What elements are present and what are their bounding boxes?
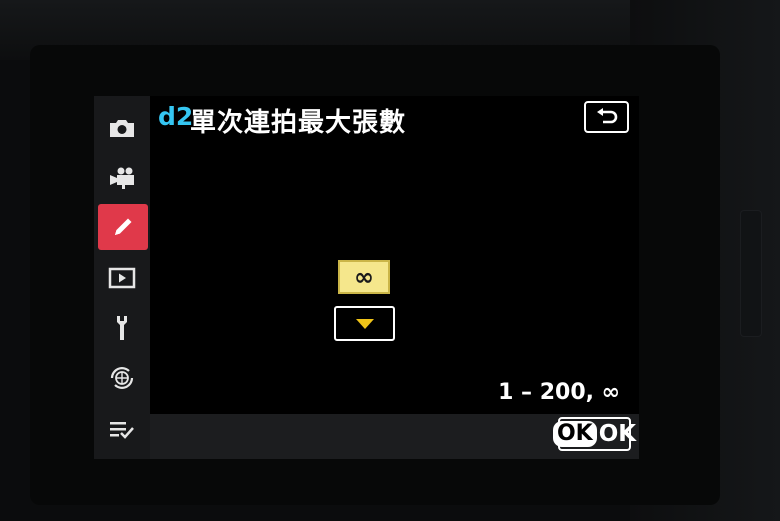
tab-movie-recording[interactable] <box>98 156 146 200</box>
menu-tabs <box>94 96 150 459</box>
tab-setup[interactable] <box>98 306 146 350</box>
back-button[interactable] <box>584 101 629 133</box>
value-down-button[interactable] <box>334 306 395 341</box>
ok-badge: OK <box>552 421 597 447</box>
tab-playback[interactable] <box>98 256 146 300</box>
menu-header: d2 單次連拍最大張數 <box>150 96 639 140</box>
tab-network[interactable] <box>98 356 146 400</box>
my-menu-icon <box>110 422 134 439</box>
network-icon <box>110 367 134 389</box>
camera-side-tab <box>740 210 762 337</box>
tab-my-menu[interactable] <box>98 408 146 452</box>
setting-panel: ∞ 1 – 200, ∞ <box>150 140 639 414</box>
camera-icon <box>110 120 134 137</box>
tab-photo-shooting[interactable] <box>98 106 146 150</box>
menu-footer: OK OK <box>150 414 639 459</box>
movie-camera-icon <box>110 167 134 189</box>
tab-custom-settings[interactable] <box>98 204 148 250</box>
pencil-icon <box>115 218 132 235</box>
current-value: ∞ <box>354 263 374 291</box>
return-icon <box>596 108 617 124</box>
current-value-box[interactable]: ∞ <box>338 260 390 294</box>
ok-label: OK <box>598 421 637 447</box>
page-title: 單次連拍最大張數 <box>190 108 407 138</box>
value-range: 1 – 200, ∞ <box>498 380 620 405</box>
camera-lcd-screen: d2 單次連拍最大張數 ∞ 1 – 200, ∞ OK OK <box>94 96 639 459</box>
triangle-down-icon <box>355 318 374 329</box>
playback-icon <box>108 267 136 289</box>
wrench-icon <box>117 316 127 340</box>
custom-setting-code: d2 <box>158 102 194 131</box>
ok-button[interactable]: OK OK <box>552 417 636 451</box>
